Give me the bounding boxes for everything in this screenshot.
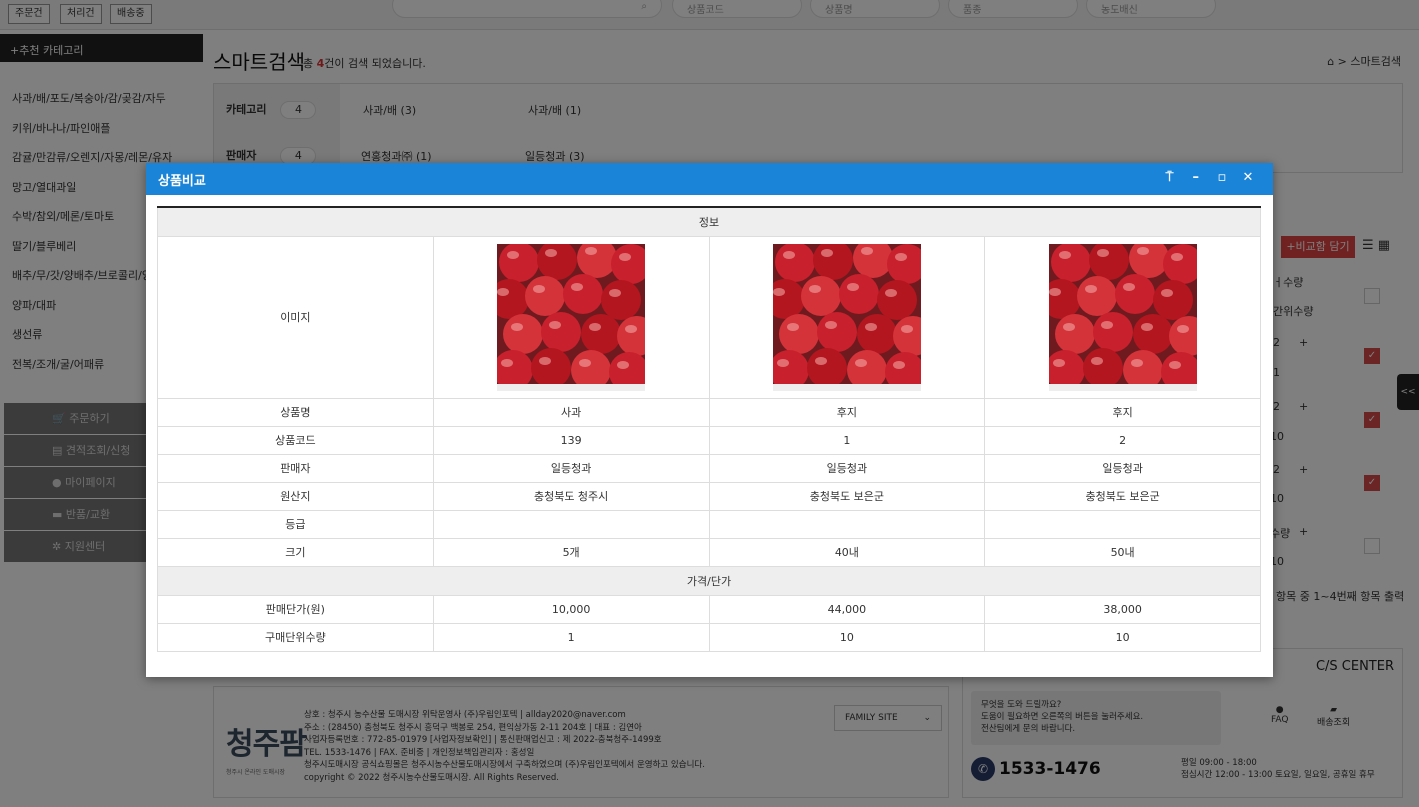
seller-row: 판매자 일등청과 일등청과 일등청과 [157,453,1261,483]
origin-row: 원산지 충청북도 청주시 충청북도 보은군 충청북도 보은군 [157,481,1261,511]
product-code: 139 [432,425,710,455]
product-grade [984,509,1261,539]
product-image [1048,243,1197,391]
name-row: 상품명 사과 후지 후지 [157,397,1261,427]
product-price: 10,000 [432,594,710,624]
compare-modal: 상품비교 ⍑ – ▫ ✕ 정보 이미지 상품명 사과 후지 후지 상품코드 13… [146,163,1273,677]
product-unit-qty: 1 [432,622,710,652]
minimize-icon[interactable]: – [1185,170,1207,185]
product-name: 후지 [708,397,986,427]
product-unit-qty: 10 [984,622,1261,652]
product-image [772,243,921,391]
grade-row: 등급 [157,509,1261,539]
unit-qty-row: 구매단위수량 1 10 10 [157,622,1261,652]
pin-icon[interactable]: ⍑ [1159,170,1181,185]
product-unit-qty: 10 [708,622,986,652]
product-price: 38,000 [984,594,1261,624]
modal-title: 상품비교 [158,174,206,189]
product-name: 후지 [984,397,1261,427]
close-icon[interactable]: ✕ [1237,170,1259,185]
modal-header[interactable]: 상품비교 ⍑ – ▫ ✕ [146,163,1273,195]
section-header: 가격/단가 [157,565,1261,596]
product-price: 44,000 [708,594,986,624]
code-row: 상품코드 139 1 2 [157,425,1261,455]
product-code: 1 [708,425,986,455]
product-origin: 충청북도 보은군 [708,481,986,511]
product-size: 50내 [984,537,1261,567]
product-seller: 일등청과 [432,453,710,483]
price-row: 판매단가(원) 10,000 44,000 38,000 [157,594,1261,624]
product-size: 5개 [432,537,710,567]
product-seller: 일등청과 [984,453,1261,483]
image-row: 이미지 [157,235,1261,399]
product-size: 40내 [708,537,986,567]
product-name: 사과 [432,397,710,427]
product-origin: 충청북도 보은군 [984,481,1261,511]
maximize-icon[interactable]: ▫ [1211,170,1233,185]
product-seller: 일등청과 [708,453,986,483]
product-grade [708,509,986,539]
product-image [497,243,646,391]
product-code: 2 [984,425,1261,455]
size-row: 크기 5개 40내 50내 [157,537,1261,567]
compare-table: 정보 이미지 상품명 사과 후지 후지 상품코드 139 1 2 판매자 일등청… [157,206,1261,652]
section-header: 정보 [157,206,1261,237]
product-origin: 충청북도 청주시 [432,481,710,511]
product-grade [432,509,710,539]
